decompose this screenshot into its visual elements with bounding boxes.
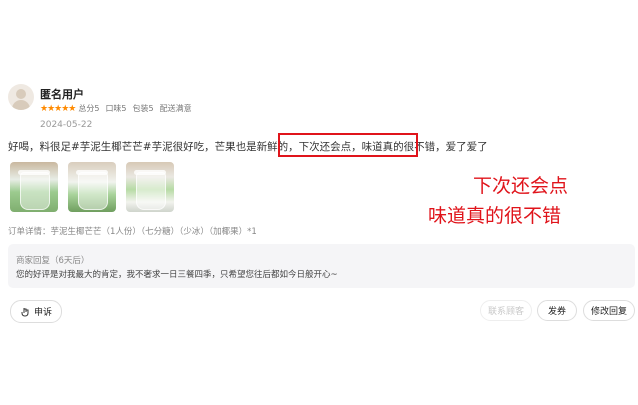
rating-delivery: 配送满意 [159, 104, 192, 113]
order-spec: 订单详情：芋泥生椰芒芒（1人份）（七分糖）（少冰）（加椰果）*1 [8, 227, 257, 237]
review-photo-1[interactable] [10, 162, 58, 212]
annotation-line-2: 味道真的很不错 [428, 205, 562, 227]
edit-reply-button[interactable]: 修改回复 [583, 300, 635, 321]
hand-point-icon [21, 307, 29, 317]
avatar [8, 84, 34, 110]
rating-taste: 口味5 [105, 104, 127, 113]
merchant-reply-text: 您的好评是对我最大的肯定，我不奢求一日三餐四季，只希望您往后都如今日般开心~ [16, 270, 338, 280]
review-text-before: 好喝，料很足#芋泥生椰芒芒#芋泥很好吃，芒果也是新鲜的， [8, 141, 299, 153]
complaint-button[interactable]: 申诉 [10, 300, 63, 323]
merchant-reply-box [8, 244, 635, 288]
review-photo-2[interactable] [68, 162, 116, 212]
review-date: 2024-05-22 [40, 120, 93, 130]
rating-packaging: 包装5 [132, 104, 154, 113]
complaint-label: 申诉 [34, 308, 53, 318]
review-photo-3[interactable] [126, 162, 174, 212]
rating-overall: 总分5 [78, 104, 100, 113]
contact-customer-button[interactable]: 联系顾客 [480, 300, 532, 321]
review-text-after: ，爱了爱了 [435, 141, 488, 153]
annotation-line-1: 下次还会点 [473, 175, 569, 197]
merchant-reply-title: 商家回复（6天后） [16, 256, 90, 266]
send-coupon-button[interactable]: 发券 [537, 300, 577, 321]
rating-row: ★★★★★ 总分5 口味5 包装5 配送满意 [40, 103, 192, 114]
highlight-box [278, 133, 418, 157]
star-rating-icon: ★★★★★ [40, 103, 76, 114]
username: 匿名用户 [40, 88, 84, 101]
